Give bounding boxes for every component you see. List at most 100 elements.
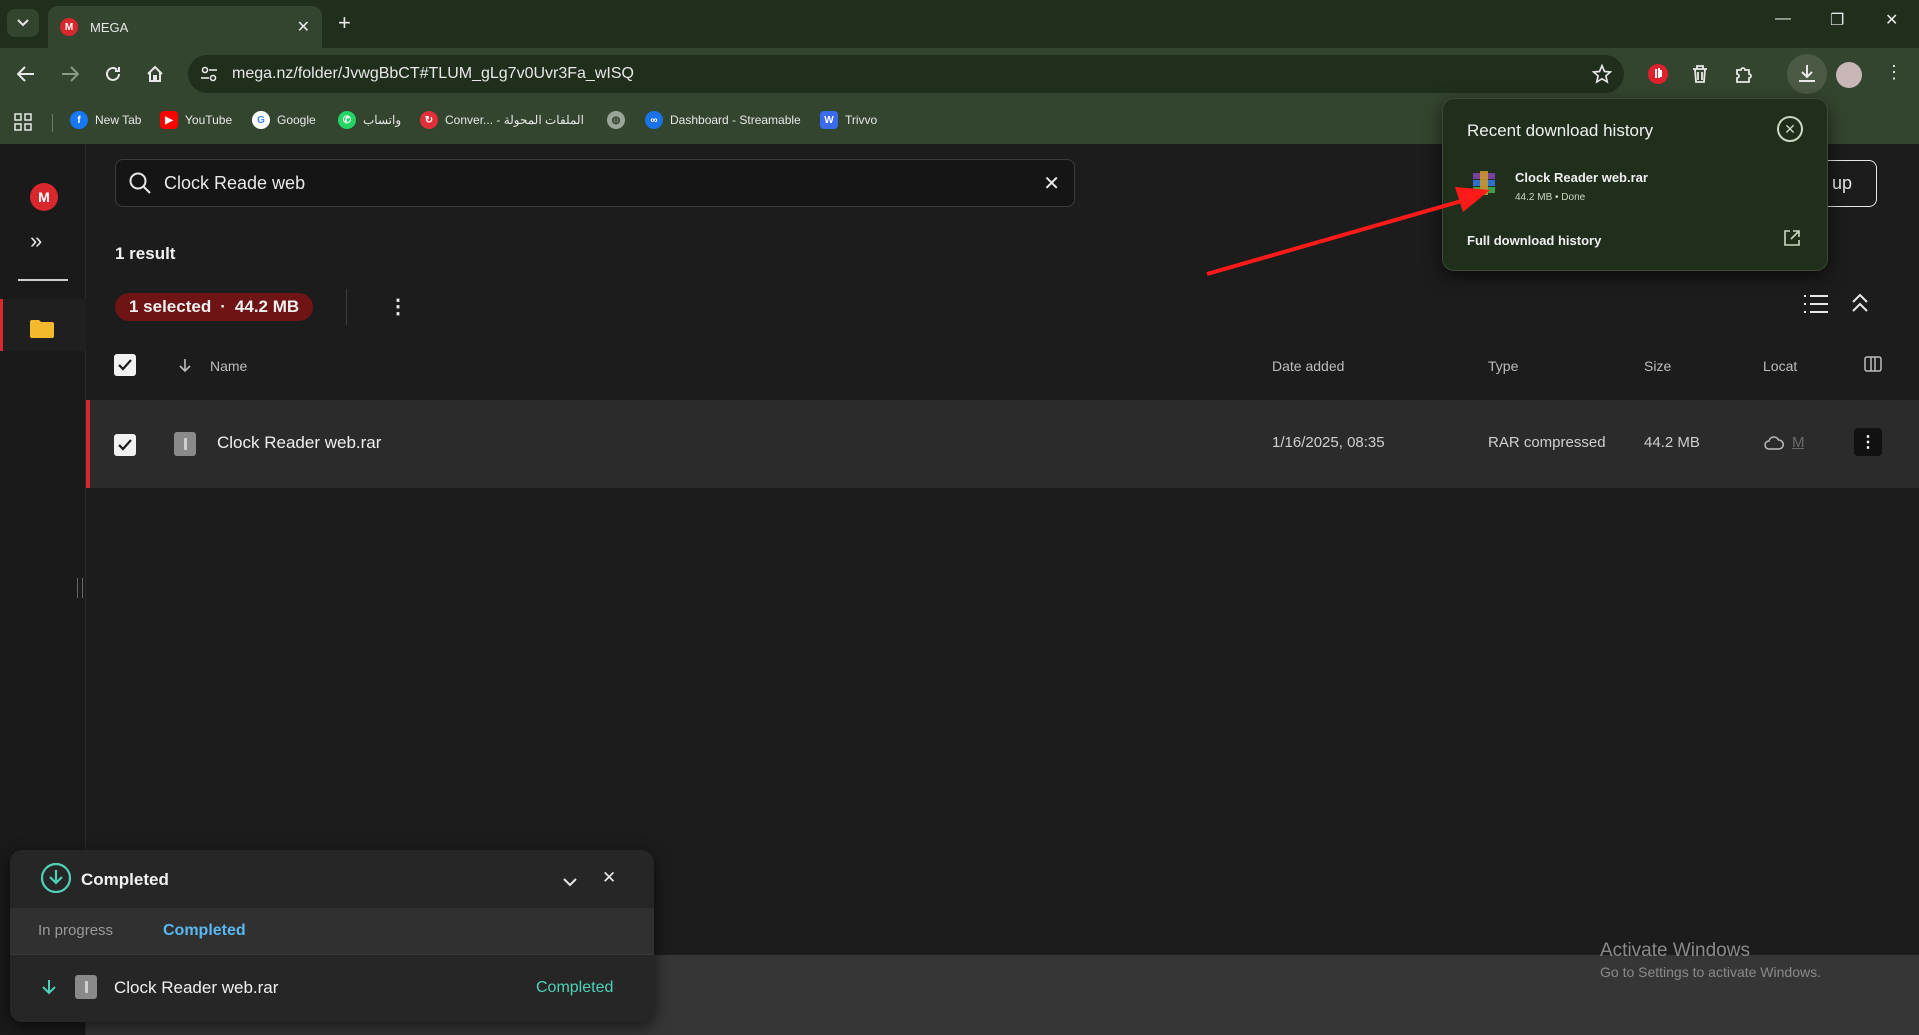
selection-size: 44.2 MB [234, 297, 300, 316]
chevron-down-icon [17, 19, 29, 27]
bookmark-star-icon[interactable] [1592, 64, 1612, 84]
minimize-transfers-icon[interactable] [563, 874, 577, 892]
sort-arrow-icon[interactable] [179, 358, 191, 377]
bookmark-google[interactable]: G Google [252, 111, 316, 129]
expand-sidebar-icon[interactable]: » [30, 228, 42, 254]
transfer-item[interactable]: Clock Reader web.rar Completed [10, 954, 654, 1022]
tab-in-progress[interactable]: In progress [38, 922, 113, 939]
cloud-icon [1764, 436, 1784, 455]
bubble-close-icon[interactable]: ✕ [1777, 116, 1803, 142]
window-close-icon[interactable]: ✕ [1885, 10, 1898, 30]
sidebar-resize-handle[interactable] [77, 578, 83, 598]
profile-avatar[interactable] [1836, 62, 1862, 88]
trash-extension-icon[interactable] [1688, 62, 1712, 86]
row-checkbox[interactable] [114, 434, 136, 456]
checkmark-icon [118, 359, 132, 371]
bookmark-label: Google [277, 113, 316, 127]
google-icon: G [252, 111, 270, 129]
url-text: mega.nz/folder/JvwgBbCT#TLUM_gLg7v0Uvr3F… [232, 65, 634, 82]
transfer-file-name: Clock Reader web.rar [114, 978, 279, 997]
reload-icon [106, 66, 120, 81]
bookmark-globe[interactable]: ◍ [607, 111, 632, 129]
mega-favicon-icon: M [60, 18, 78, 36]
extension-red-icon[interactable] [1646, 62, 1670, 86]
column-date-added[interactable]: Date added [1272, 358, 1344, 374]
download-bubble: Recent download history ✕ Clock Reader w… [1442, 98, 1828, 271]
winrar-file-icon[interactable] [1471, 171, 1497, 195]
watermark-line-2: Go to Settings to activate Windows. [1600, 964, 1821, 980]
open-external-icon[interactable] [1783, 229, 1801, 252]
bookmark-label: Conver... - الملفات المحولة [445, 113, 584, 127]
bookmarks-separator [52, 114, 53, 132]
bookmark-label: واتساب [363, 113, 402, 127]
screen: M MEGA ✕ + — ❐ ✕ mega.nz/folder/JvwgBbCT… [0, 0, 1919, 1035]
column-name[interactable]: Name [210, 358, 247, 374]
bubble-file-meta: 44.2 MB • Done [1515, 192, 1586, 203]
browser-menu-icon[interactable]: ⋮ [1885, 62, 1903, 83]
full-download-history-link[interactable]: Full download history [1467, 233, 1601, 248]
search-input[interactable]: Clock Reade web ✕ [115, 159, 1075, 207]
browser-tab-mega[interactable]: M MEGA ✕ [48, 6, 322, 48]
minimize-icon[interactable]: — [1775, 10, 1791, 28]
file-location[interactable]: M [1792, 434, 1804, 451]
home-button[interactable] [143, 62, 167, 86]
checkmark-icon [118, 439, 132, 451]
bookmark-streamable[interactable]: ∞ Dashboard - Streamable [645, 111, 801, 129]
selection-badge: 1 selected · 44.2 MB [115, 293, 314, 321]
tab-close-icon[interactable]: ✕ [297, 17, 310, 37]
bubble-file-name[interactable]: Clock Reader web.rar [1515, 170, 1648, 185]
file-name: Clock Reader web.rar [217, 433, 382, 452]
whatsapp-icon: ✆ [338, 111, 356, 129]
bookmark-label: YouTube [185, 113, 233, 127]
site-info-icon[interactable] [194, 59, 224, 89]
bookmark-converted-files[interactable]: ↻ Conver... - الملفات المحولة [420, 111, 584, 129]
streamable-icon: ∞ [645, 111, 663, 129]
convert-icon: ↻ [420, 111, 438, 129]
toolbar-divider [346, 289, 347, 325]
home-icon [147, 65, 163, 82]
forward-button[interactable] [58, 62, 82, 86]
collapse-icon[interactable] [1851, 292, 1869, 319]
back-arrow-icon [17, 66, 34, 82]
extensions-puzzle-icon[interactable] [1732, 62, 1756, 86]
facebook-icon: f [70, 111, 88, 129]
back-button[interactable] [14, 62, 38, 86]
column-location[interactable]: Locat [1763, 358, 1801, 374]
close-transfers-icon[interactable]: ✕ [602, 868, 616, 888]
download-bubble-title: Recent download history [1467, 121, 1654, 140]
tab-search-button[interactable] [7, 9, 39, 37]
column-settings-icon[interactable] [1864, 356, 1882, 377]
clear-search-icon[interactable]: ✕ [1043, 171, 1060, 196]
reload-button[interactable] [101, 62, 125, 86]
select-all-checkbox[interactable] [114, 354, 136, 376]
selection-count: 1 selected [129, 297, 212, 316]
selection-separator: · [220, 297, 226, 316]
table-header: Name Date added Type Size Locat [86, 342, 1919, 390]
list-view-icon[interactable] [1803, 294, 1829, 319]
browser-toolbar: mega.nz/folder/JvwgBbCT#TLUM_gLg7v0Uvr3F… [0, 48, 1919, 100]
bookmark-label: New Tab [95, 113, 142, 127]
watermark-line-1: Activate Windows [1600, 940, 1750, 961]
transfer-tabs: In progress Completed [10, 908, 654, 954]
restore-icon[interactable]: ❐ [1830, 10, 1844, 30]
table-row[interactable]: Clock Reader web.rar 1/16/2025, 08:35 RA… [86, 400, 1919, 488]
bookmark-trivvo[interactable]: W Trivvo [820, 111, 877, 129]
new-tab-button[interactable]: + [338, 12, 351, 34]
bookmark-youtube[interactable]: ▶ YouTube [160, 111, 232, 129]
folder-icon [30, 320, 54, 338]
rar-file-icon [75, 975, 97, 999]
selection-more-icon[interactable]: ⋮ [388, 294, 408, 319]
column-type[interactable]: Type [1488, 358, 1518, 374]
column-size[interactable]: Size [1644, 358, 1671, 374]
bookmark-whatsapp[interactable]: ✆ واتساب [338, 111, 401, 129]
apps-grid-icon[interactable] [14, 113, 32, 136]
row-more-icon[interactable]: ⋮ [1854, 428, 1882, 456]
youtube-icon: ▶ [160, 111, 178, 129]
downloads-button[interactable] [1787, 54, 1827, 94]
windows-activation-watermark: Activate Windows Go to Settings to activ… [1600, 940, 1821, 980]
address-bar[interactable]: mega.nz/folder/JvwgBbCT#TLUM_gLg7v0Uvr3F… [188, 55, 1624, 93]
bookmark-new-tab[interactable]: f New Tab [70, 111, 141, 129]
globe-icon: ◍ [607, 111, 625, 129]
mega-logo-icon[interactable]: M [30, 183, 58, 211]
tab-completed[interactable]: Completed [163, 922, 246, 940]
